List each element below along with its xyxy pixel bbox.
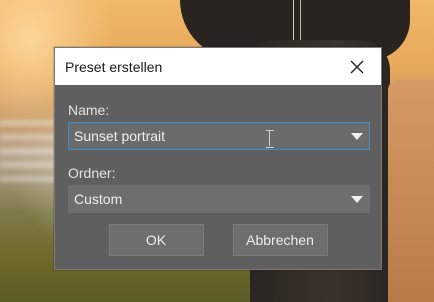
cancel-button[interactable]: Abbrechen — [232, 224, 328, 256]
name-label: Name: — [68, 102, 110, 118]
dialog-title: Preset erstellen — [65, 58, 163, 75]
create-preset-dialog: Preset erstellen Name: Sunset portrait O… — [54, 47, 382, 270]
dialog-buttons: OK Abbrechen — [55, 224, 381, 256]
ok-button[interactable]: OK — [108, 224, 204, 256]
folder-label: Ordner: — [68, 165, 116, 181]
chevron-down-icon[interactable] — [351, 196, 363, 203]
folder-selected-value: Custom — [74, 191, 123, 207]
background-person-arm — [388, 80, 434, 302]
background-person-zipper — [293, 0, 301, 40]
dialog-content: Name: Sunset portrait Ordner: Custom — [55, 85, 381, 213]
dialog-titlebar: Preset erstellen — [55, 48, 381, 85]
name-combobox[interactable]: Sunset portrait — [68, 122, 370, 150]
name-input[interactable]: Sunset portrait — [74, 128, 369, 144]
close-button[interactable] — [343, 53, 371, 81]
text-cursor-icon — [266, 130, 274, 148]
close-icon — [350, 60, 364, 73]
chevron-down-icon[interactable] — [351, 133, 363, 140]
folder-dropdown[interactable]: Custom — [68, 185, 370, 213]
